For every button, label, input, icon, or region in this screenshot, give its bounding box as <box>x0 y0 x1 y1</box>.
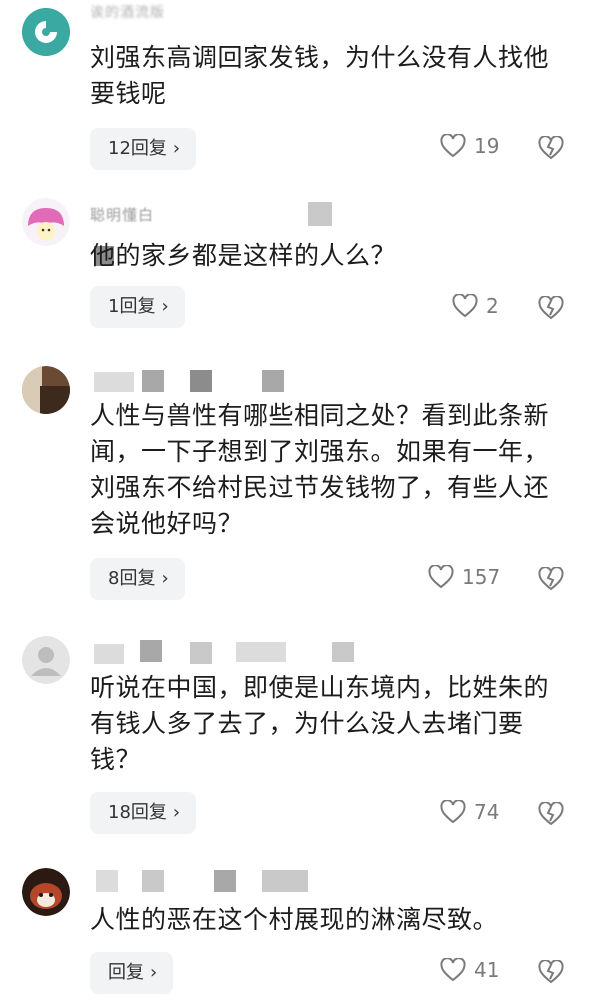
username[interactable]: 诶的酒流版 <box>90 2 165 22</box>
like-button[interactable]: 157 <box>428 565 500 589</box>
reply-label: 12回复 <box>108 138 167 159</box>
reply-label: 回复 <box>108 962 144 983</box>
redaction-mosaic <box>190 642 212 664</box>
reply-button[interactable]: 1回复 › <box>90 286 185 328</box>
redaction-mosaic <box>262 870 308 892</box>
redaction-mosaic <box>142 870 164 892</box>
chevron-right-icon: › <box>161 568 169 589</box>
avatar[interactable] <box>22 198 70 246</box>
dislike-button[interactable] <box>538 296 564 320</box>
reply-label: 18回复 <box>108 802 167 823</box>
redaction-mosaic <box>142 370 164 392</box>
redaction-mosaic <box>96 870 118 892</box>
chevron-right-icon: › <box>172 138 181 159</box>
dislike-button[interactable] <box>538 136 564 160</box>
chevron-right-icon: › <box>161 296 169 317</box>
reply-button[interactable]: 12回复 › <box>90 128 197 170</box>
like-count: 2 <box>486 294 499 318</box>
avatar-photo-icon <box>22 366 70 414</box>
avatar[interactable] <box>22 8 70 56</box>
avatar-cartoon-icon <box>22 198 70 246</box>
redaction-mosaic <box>140 640 162 662</box>
like-count: 41 <box>474 958 500 982</box>
comment-text: 刘强东高调回家发钱，为什么没有人找他要钱呢 <box>90 43 550 108</box>
reply-label: 8回复 <box>108 568 156 589</box>
broken-heart-icon <box>538 567 564 591</box>
like-count: 74 <box>474 800 500 824</box>
reply-label: 1回复 <box>108 296 156 317</box>
chevron-right-icon: › <box>172 802 181 823</box>
avatar-logo-icon <box>22 8 70 56</box>
redaction-mosaic <box>94 372 134 392</box>
avatar[interactable] <box>22 366 70 414</box>
redaction-mosaic <box>94 644 124 664</box>
broken-heart-icon <box>538 802 564 826</box>
avatar[interactable] <box>22 868 70 916</box>
like-button[interactable]: 41 <box>440 958 499 982</box>
heart-outline-icon <box>428 565 454 589</box>
like-button[interactable]: 74 <box>440 800 499 824</box>
dislike-button[interactable] <box>538 802 564 826</box>
heart-outline-icon <box>440 134 466 158</box>
redaction-mosaic <box>236 642 286 662</box>
comment-text: 人性与兽性有哪些相同之处？看到此条新闻，一下子想到了刘强东。如果有一年，刘强东不… <box>90 401 550 538</box>
like-count: 19 <box>474 134 500 158</box>
heart-outline-icon <box>440 958 466 982</box>
heart-outline-icon <box>452 294 478 318</box>
comment-text: 人性的恶在这个村展现的淋漓尽致。 <box>90 905 499 934</box>
heart-outline-icon <box>440 800 466 824</box>
reply-button[interactable]: 回复 › <box>90 952 174 994</box>
username[interactable]: 聪明懂白 <box>90 204 154 225</box>
redaction-mosaic <box>190 370 212 392</box>
dislike-button[interactable] <box>538 567 564 591</box>
like-button[interactable]: 2 <box>452 294 499 318</box>
redaction-mosaic <box>214 870 236 892</box>
broken-heart-icon <box>538 136 564 160</box>
avatar-animal-icon <box>22 868 70 916</box>
broken-heart-icon <box>538 960 564 984</box>
avatar[interactable] <box>22 636 70 684</box>
redaction-mosaic <box>308 202 332 226</box>
broken-heart-icon <box>538 296 564 320</box>
reply-button[interactable]: 18回复 › <box>90 792 197 834</box>
like-count: 157 <box>462 565 501 589</box>
redaction-mosaic <box>262 370 284 392</box>
default-avatar-icon <box>22 636 70 684</box>
dislike-button[interactable] <box>538 960 564 984</box>
chevron-right-icon: › <box>150 962 158 983</box>
reply-button[interactable]: 8回复 › <box>90 558 185 600</box>
like-button[interactable]: 19 <box>440 134 499 158</box>
comment-text: 听说在中国，即使是山东境内，比姓朱的有钱人多了去了，为什么没人去堵门要钱？ <box>90 673 550 774</box>
comment-text: 他的家乡都是这样的人么？ <box>90 241 397 270</box>
redaction-mosaic <box>332 642 354 662</box>
